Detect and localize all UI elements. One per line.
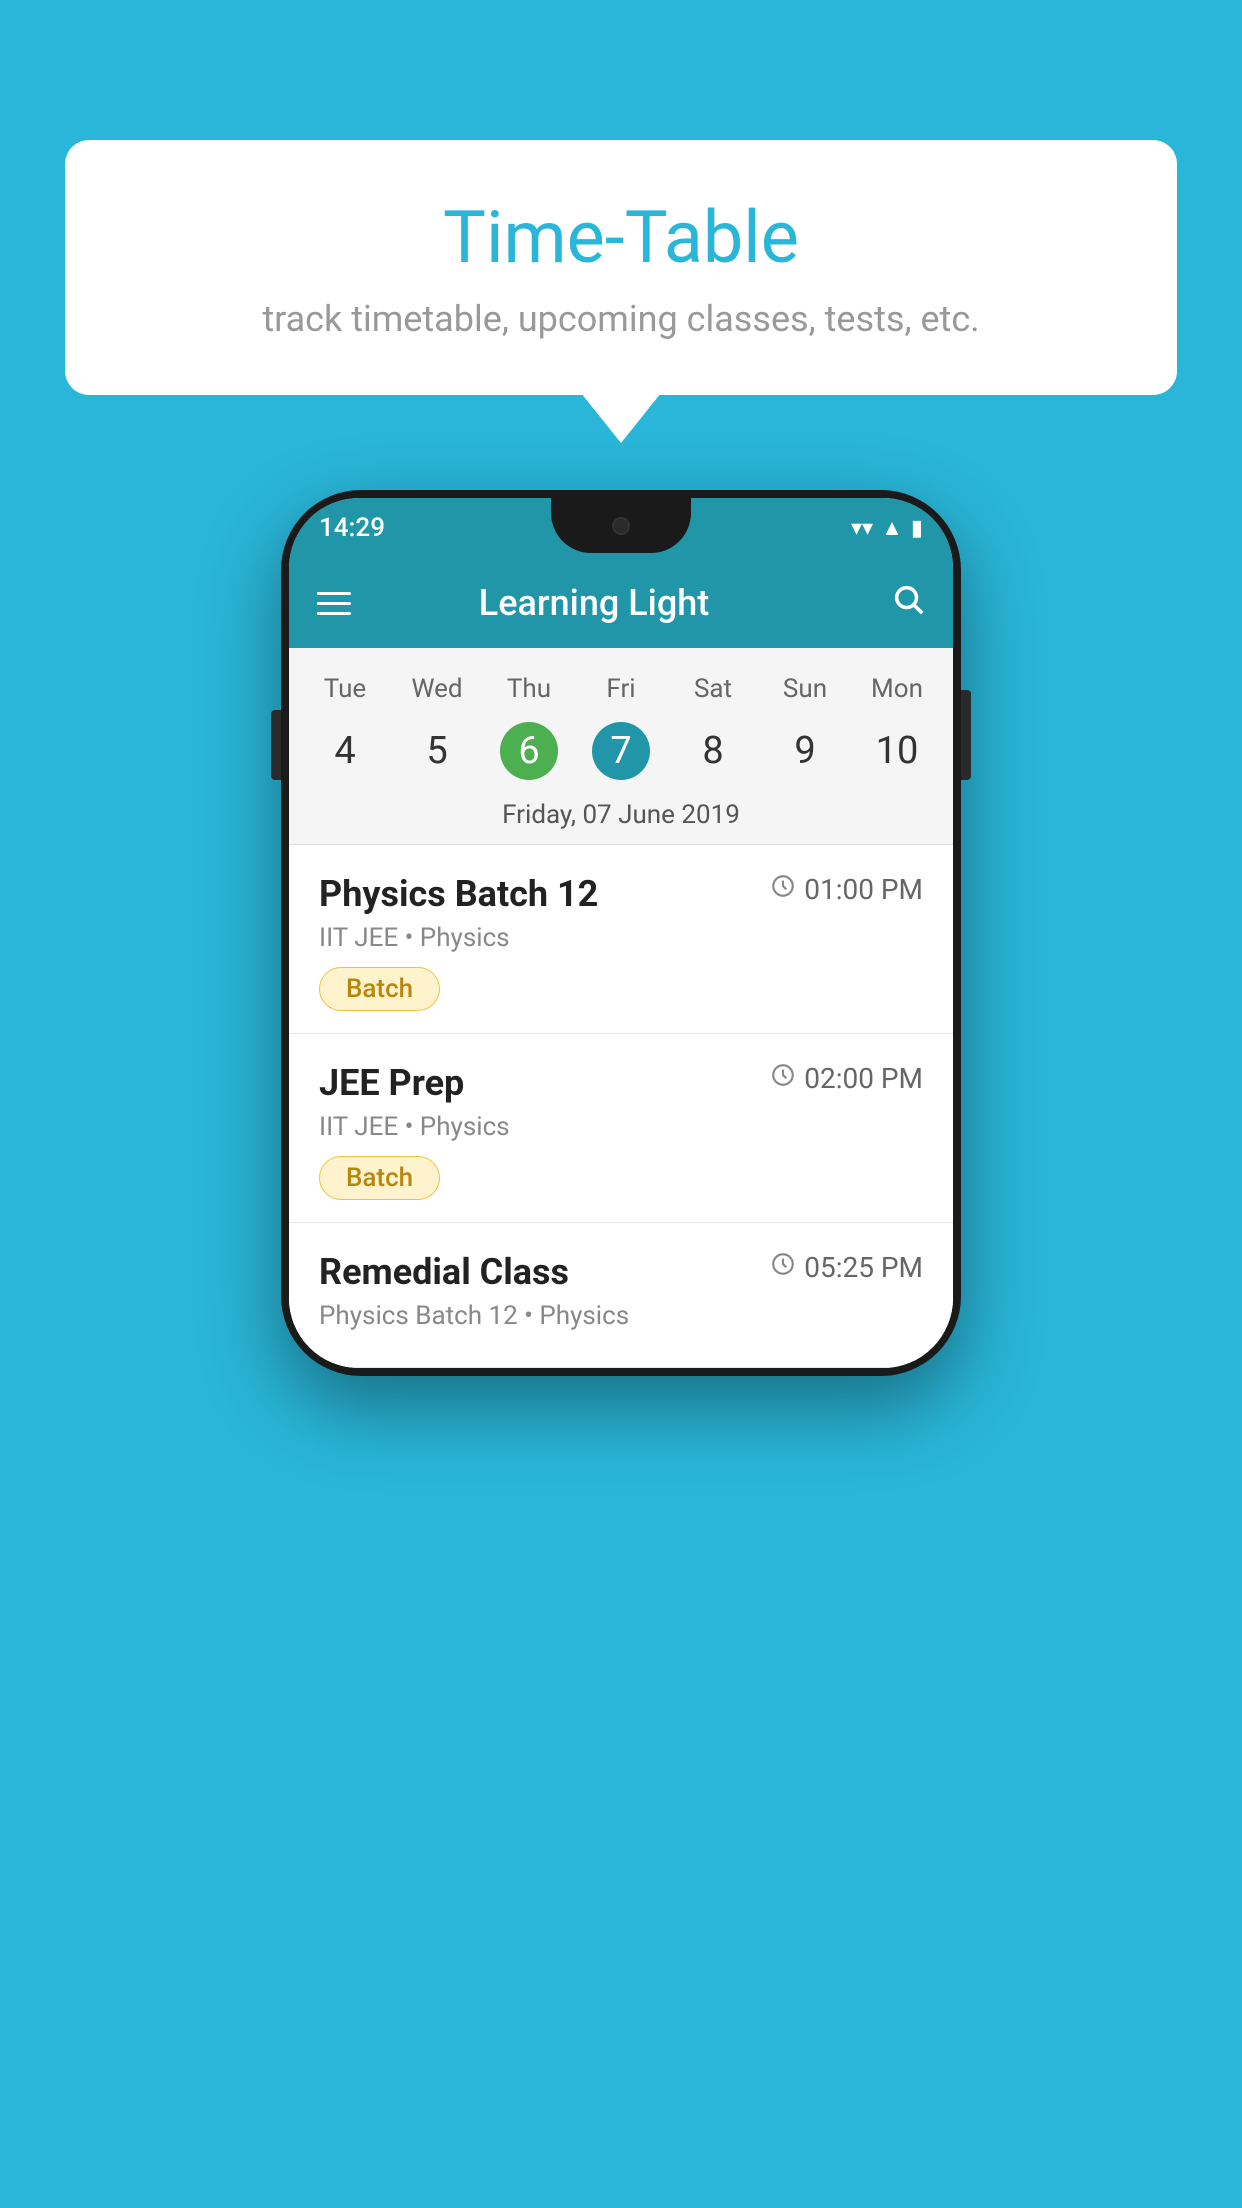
phone-container: 14:29 ▾▾ ▲ ▮ Learning Light: [281, 490, 961, 1376]
day-header: Tue: [299, 666, 391, 712]
class-time: 01:00 PM: [770, 873, 923, 906]
batch-badge: Batch: [319, 967, 440, 1011]
day-header: Thu: [483, 666, 575, 712]
speech-bubble-container: Time-Table track timetable, upcoming cla…: [65, 140, 1177, 395]
day-headers: TueWedThuFriSatSunMon: [289, 666, 953, 712]
clock-icon: [770, 1062, 796, 1095]
day-header: Sun: [759, 666, 851, 712]
class-item[interactable]: Remedial Class 05:25 PM Physics Batch 12…: [289, 1223, 953, 1368]
day-header: Fri: [575, 666, 667, 712]
class-item[interactable]: JEE Prep 02:00 PM IIT JEE • Physics Batc…: [289, 1034, 953, 1223]
batch-badge: Batch: [319, 1156, 440, 1200]
class-meta: IIT JEE • Physics: [319, 923, 923, 953]
app-title: Learning Light: [317, 582, 871, 624]
day-header: Wed: [391, 666, 483, 712]
day-number[interactable]: 8: [667, 712, 759, 790]
phone-screen: 14:29 ▾▾ ▲ ▮ Learning Light: [289, 498, 953, 1368]
class-name: Physics Batch 12: [319, 873, 598, 915]
class-list: Physics Batch 12 01:00 PM IIT JEE • Phys…: [289, 845, 953, 1368]
class-item[interactable]: Physics Batch 12 01:00 PM IIT JEE • Phys…: [289, 845, 953, 1034]
wifi-icon: ▾▾: [851, 516, 873, 541]
status-icons: ▾▾ ▲ ▮: [851, 515, 923, 541]
app-bar: Learning Light: [289, 558, 953, 648]
calendar-strip: TueWedThuFriSatSunMon 45678910 Friday, 0…: [289, 648, 953, 845]
speech-bubble: Time-Table track timetable, upcoming cla…: [65, 140, 1177, 395]
day-number[interactable]: 7: [575, 712, 667, 790]
clock-icon: [770, 1251, 796, 1284]
status-time: 14:29: [319, 513, 385, 543]
day-number[interactable]: 4: [299, 712, 391, 790]
phone-frame: 14:29 ▾▾ ▲ ▮ Learning Light: [281, 490, 961, 1376]
notch: [551, 498, 691, 553]
day-number[interactable]: 10: [851, 712, 943, 790]
class-time: 05:25 PM: [770, 1251, 923, 1284]
selected-date-label: Friday, 07 June 2019: [289, 790, 953, 845]
class-meta: IIT JEE • Physics: [319, 1112, 923, 1142]
camera-dot: [612, 517, 630, 535]
day-header: Sat: [667, 666, 759, 712]
signal-icon: ▲: [881, 515, 903, 541]
battery-icon: ▮: [911, 516, 923, 541]
search-button[interactable]: [891, 582, 925, 625]
class-time: 02:00 PM: [770, 1062, 923, 1095]
bubble-title: Time-Table: [125, 195, 1117, 280]
day-number[interactable]: 9: [759, 712, 851, 790]
class-meta: Physics Batch 12 • Physics: [319, 1301, 923, 1331]
class-name: Remedial Class: [319, 1251, 569, 1293]
status-bar: 14:29 ▾▾ ▲ ▮: [289, 498, 953, 558]
day-numbers: 45678910: [289, 712, 953, 790]
clock-icon: [770, 873, 796, 906]
bubble-subtitle: track timetable, upcoming classes, tests…: [125, 298, 1117, 340]
day-header: Mon: [851, 666, 943, 712]
class-name: JEE Prep: [319, 1062, 464, 1104]
day-number[interactable]: 5: [391, 712, 483, 790]
day-number[interactable]: 6: [483, 712, 575, 790]
